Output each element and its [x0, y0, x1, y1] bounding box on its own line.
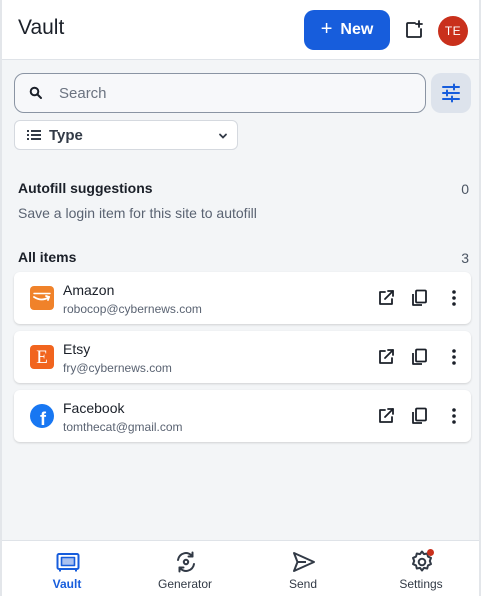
autofill-count: 0 — [461, 181, 469, 197]
new-item-button[interactable]: + New — [304, 10, 390, 50]
item-username: fry@cybernews.com — [63, 361, 172, 375]
list-icon — [27, 130, 41, 140]
nav-tab-vault[interactable]: Vault — [8, 541, 126, 596]
vault-item-amazon[interactable]: Amazon robocop@cybernews.com — [14, 272, 471, 324]
search-icon — [29, 86, 42, 99]
filter-toggle-button[interactable] — [431, 73, 471, 113]
item-name: Facebook — [63, 400, 125, 416]
autofill-description: Save a login item for this site to autof… — [18, 205, 257, 221]
vault-item-etsy[interactable]: E Etsy fry@cybernews.com — [14, 331, 471, 383]
etsy-logo: E — [30, 345, 54, 369]
vault-item-facebook[interactable]: f Facebook tomthecat@gmail.com — [14, 390, 471, 442]
copy-icon[interactable] — [409, 288, 429, 308]
nav-label: Settings — [399, 577, 443, 591]
item-name: Etsy — [63, 341, 91, 357]
more-options-icon[interactable] — [444, 406, 464, 426]
search-field[interactable] — [14, 73, 426, 113]
launch-icon[interactable] — [376, 347, 396, 367]
pop-out-icon[interactable] — [402, 18, 426, 42]
facebook-logo: f — [30, 404, 54, 428]
nav-label: Vault — [52, 577, 82, 591]
account-avatar[interactable]: TE — [438, 16, 468, 46]
vault-icon — [56, 553, 80, 572]
page-title: Vault — [18, 16, 65, 39]
copy-icon[interactable] — [409, 406, 429, 426]
item-name: Amazon — [63, 282, 115, 298]
generator-icon — [177, 551, 195, 573]
plus-icon: + — [320, 18, 333, 40]
autofill-heading: Autofill suggestions — [18, 180, 153, 196]
header: Vault + New TE — [2, 0, 479, 60]
bottom-navigation: Vault Generator Send Settings — [2, 540, 479, 596]
chevron-down-icon — [219, 133, 227, 139]
nav-tab-settings[interactable]: Settings — [362, 541, 480, 596]
nav-label: Send — [288, 577, 318, 591]
notification-dot — [427, 549, 434, 556]
type-filter-label: Type — [49, 126, 83, 144]
all-items-heading: All items — [18, 249, 77, 265]
all-items-count: 3 — [461, 250, 469, 266]
sliders-icon — [442, 83, 460, 103]
item-username: robocop@cybernews.com — [63, 302, 202, 316]
search-input[interactable] — [59, 84, 399, 102]
more-options-icon[interactable] — [444, 347, 464, 367]
new-button-label: New — [340, 21, 374, 38]
more-options-icon[interactable] — [444, 288, 464, 308]
launch-icon[interactable] — [376, 406, 396, 426]
nav-tab-send[interactable]: Send — [244, 541, 362, 596]
launch-icon[interactable] — [376, 288, 396, 308]
item-username: tomthecat@gmail.com — [63, 420, 183, 434]
nav-tab-generator[interactable]: Generator — [126, 541, 244, 596]
send-icon — [293, 552, 315, 572]
amazon-logo — [30, 286, 54, 310]
copy-icon[interactable] — [409, 347, 429, 367]
type-filter-select[interactable]: Type — [14, 120, 238, 150]
vault-popup: Vault + New TE Typ — [0, 0, 481, 596]
nav-label: Generator — [157, 577, 213, 591]
